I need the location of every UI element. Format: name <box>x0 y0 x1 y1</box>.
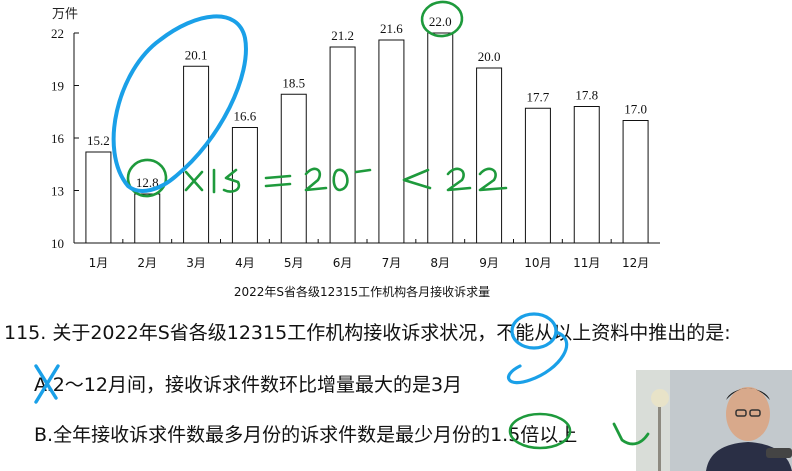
bar-8月 <box>427 32 454 244</box>
data-label: 17.8 <box>575 88 598 103</box>
x-tick-label: 8月 <box>430 256 450 270</box>
data-label: 21.2 <box>331 28 354 43</box>
y-tick-label: 16 <box>51 131 65 146</box>
x-tick-label: 2月 <box>137 256 157 270</box>
bar-chart: 10 13 16 19 22 1月 2月 3月 4月 5月 6月 7月 8月 9月 10月 11月 12月 15… <box>51 7 660 299</box>
bar-11月 <box>573 106 600 244</box>
chart-data-labels: 15.2 12.8 20.1 16.6 18.5 21.2 21.6 22.0 20.0 17.7… <box>87 14 647 190</box>
data-label: 21.6 <box>380 21 403 36</box>
bar-7月 <box>378 39 405 244</box>
question-stem: 115. 关于2022年S省各级12315工作机构接收诉求状况，不能从以上资料中… <box>4 322 731 344</box>
data-label: 17.0 <box>624 102 647 117</box>
bar-10月 <box>524 107 551 244</box>
data-label: 12.8 <box>136 175 159 190</box>
bar-1月 <box>85 151 112 244</box>
y-tick-label: 13 <box>51 184 64 199</box>
bar-4月 <box>231 127 258 244</box>
x-tick-label: 10月 <box>524 256 551 270</box>
data-label: 15.2 <box>87 133 110 148</box>
data-label: 18.5 <box>282 75 305 90</box>
bar-9月 <box>476 67 503 244</box>
data-label: 22.0 <box>429 14 452 29</box>
y-tick-label: 22 <box>51 26 64 41</box>
x-tick-label: 4月 <box>235 256 255 270</box>
y-tick-label: 19 <box>51 79 64 94</box>
x-tick-label: 7月 <box>382 256 402 270</box>
data-label: 20.0 <box>478 49 501 64</box>
x-tick-label: 3月 <box>186 256 206 270</box>
x-tick-label: 1月 <box>89 256 109 270</box>
y-unit-label: 万件 <box>52 7 78 22</box>
data-label: 20.1 <box>185 47 208 62</box>
bar-12月 <box>622 120 649 244</box>
x-tick-label: 6月 <box>333 256 353 270</box>
data-label: 16.6 <box>234 109 257 124</box>
webcam-overlay <box>636 370 792 471</box>
bar-6月 <box>329 46 356 244</box>
bar-3月 <box>183 65 210 244</box>
x-tick-label: 11月 <box>573 256 600 270</box>
chart-bars <box>85 32 649 244</box>
chart-title: 2022年S省各级12315工作机构各月接收诉求量 <box>234 284 490 299</box>
x-tick-label: 9月 <box>479 256 499 270</box>
bar-2月 <box>134 193 161 244</box>
bar-5月 <box>280 93 307 244</box>
x-tick-label: 5月 <box>284 256 304 270</box>
y-tick-label: 10 <box>51 236 64 251</box>
option-a: A.2～12月间，接收诉求件数环比增量最大的是3月 <box>34 374 463 396</box>
option-b: B.全年接收诉求件数最多月份的诉求件数是最少月份的1.5倍以上 <box>34 424 578 446</box>
x-tick-label: 12月 <box>622 256 649 270</box>
data-label: 17.7 <box>527 89 550 104</box>
